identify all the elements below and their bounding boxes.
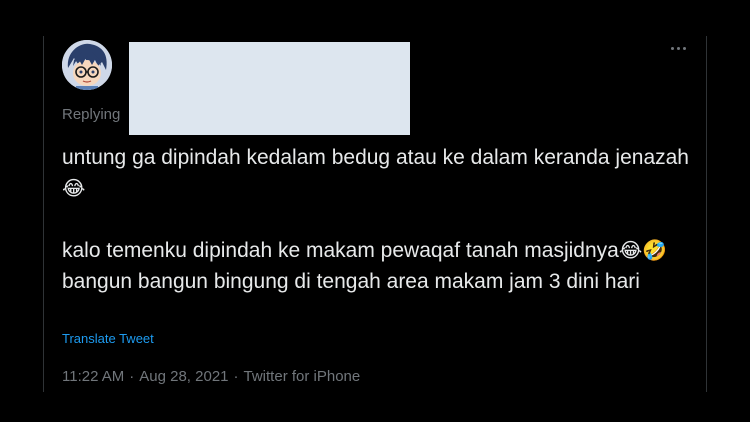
- tweet-paragraph-2-text-a: kalo temenku dipindah ke makam pewaqaf t…: [62, 239, 619, 262]
- user-avatar[interactable]: [62, 40, 112, 90]
- tweet-paragraph-2: kalo temenku dipindah ke makam pewaqaf t…: [62, 235, 702, 297]
- tweet-source[interactable]: Twitter for iPhone: [244, 368, 361, 385]
- tweet-text: untung ga dipindah kedalam bedug atau ke…: [62, 142, 702, 297]
- tweet-date[interactable]: Aug 28, 2021: [139, 368, 228, 385]
- redacted-username-block: [129, 42, 410, 135]
- avatar-illustration: [62, 40, 112, 90]
- replying-to-label: Replying: [62, 106, 121, 123]
- translate-tweet-link[interactable]: Translate Tweet: [62, 331, 154, 346]
- meta-separator: ·: [129, 368, 135, 385]
- tweet-paragraph-2-text-b: bangun bangun bingung di tengah area mak…: [62, 270, 640, 293]
- meta-separator: ·: [233, 368, 239, 385]
- tweet-time[interactable]: 11:22 AM: [62, 368, 124, 385]
- more-dot: [682, 46, 686, 50]
- more-horizontal-icon: [670, 46, 674, 50]
- rolling-laughing-emoji: 🤣: [642, 238, 668, 262]
- tears-of-joy-emoji: 😂: [62, 176, 86, 200]
- tweet-metadata: 11:22 AM · Aug 28, 2021 · Twitter for iPhone: [62, 368, 360, 385]
- tweet-paragraph-1-text: untung ga dipindah kedalam bedug atau ke…: [62, 146, 689, 169]
- tears-of-joy-emoji: 😂: [618, 238, 643, 262]
- tweet-paragraph-1: untung ga dipindah kedalam bedug atau ke…: [62, 142, 702, 204]
- more-options-button[interactable]: [664, 38, 692, 58]
- more-dot: [676, 46, 680, 50]
